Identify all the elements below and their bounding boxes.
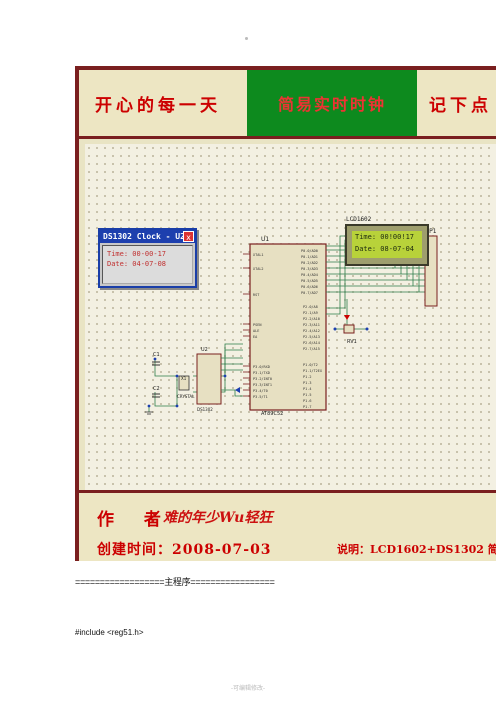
ds1302-clock-window[interactable]: DS1302 Clock - U2 x Time: 00-00-17 Date:… [98, 228, 197, 288]
lcd-line-1: Time: 00!00!17 [355, 233, 415, 241]
svg-text:P3.1/TXD: P3.1/TXD [253, 371, 270, 375]
page-dot [245, 37, 248, 40]
svg-text:P0.3/AD3: P0.3/AD3 [301, 267, 318, 271]
schematic-canvas[interactable]: U1 AT89C52 XTAL1 XTAL2 RST PSEN ALE EA P3.0… [85, 144, 496, 490]
svg-text:P1.2: P1.2 [303, 375, 311, 379]
potentiometer: RV1 [333, 299, 369, 345]
c2-designator: C2 [153, 386, 160, 392]
section-separator: ==================主程序================= [75, 577, 275, 587]
svg-text:XTAL2: XTAL2 [253, 267, 264, 271]
svg-text:XTAL1: XTAL1 [253, 253, 264, 257]
svg-text:P1.3: P1.3 [303, 381, 311, 385]
c1-designator: C1 [153, 352, 160, 358]
oscillator-wiring [148, 343, 243, 412]
mcu-part-label: AT89C52 [261, 411, 283, 417]
code-include-line: #include <reg51.h> [75, 628, 144, 637]
x1-designator: X1 [181, 376, 187, 381]
svg-text:P2.6/A14: P2.6/A14 [303, 341, 320, 345]
svg-text:P0.6/AD6: P0.6/AD6 [301, 285, 318, 289]
svg-text:P2.1/A9: P2.1/A9 [303, 311, 318, 315]
svg-text:RST: RST [253, 293, 260, 297]
svg-text:P3.5/T1: P3.5/T1 [253, 395, 268, 399]
svg-text:P2.0/A8: P2.0/A8 [303, 305, 318, 309]
capacitor-c1 [152, 361, 160, 366]
svg-text:P2.5/A13: P2.5/A13 [303, 335, 320, 339]
svg-text:P1.0/T2: P1.0/T2 [303, 363, 318, 367]
svg-text:P0.7/AD7: P0.7/AD7 [301, 291, 318, 295]
clock-window-body: Time: 00-00-17 Date: 04-07-08 [102, 245, 193, 284]
schematic-screenshot: 开心的每一天 简易实时时钟 记下点 U1 AT89C52 XTAL1 XTAL2… [75, 66, 496, 561]
mcu-designator: U1 [261, 236, 269, 243]
svg-text:P3.0/RXD: P3.0/RXD [253, 365, 270, 369]
clock-time-line: Time: 00-00-17 [107, 250, 167, 258]
lcd-screen: Time: 00!00!17 Date: 08-07-04 [352, 231, 422, 258]
svg-text:P1.6: P1.6 [303, 399, 311, 403]
svg-text:ALE: ALE [253, 329, 259, 333]
svg-text:P2.4/A12: P2.4/A12 [303, 329, 320, 333]
svg-text:PSEN: PSEN [253, 323, 261, 327]
svg-text:P3.2/INT0: P3.2/INT0 [253, 377, 272, 381]
svg-text:P0.5/AD5: P0.5/AD5 [301, 279, 318, 283]
svg-text:P1.7: P1.7 [303, 405, 311, 409]
svg-text:P2.3/A11: P2.3/A11 [303, 323, 320, 327]
close-icon[interactable]: x [183, 231, 194, 242]
lcd-module[interactable]: Time: 00!00!17 Date: 08-07-04 [345, 224, 429, 266]
rtc-designator: U2 [201, 347, 208, 353]
rtc-output-arrow [235, 387, 240, 393]
pot-designator: RV1 [347, 339, 357, 345]
ground-symbol [145, 411, 153, 415]
svg-text:P0.4/AD4: P0.4/AD4 [301, 273, 318, 277]
svg-text:P3.4/T0: P3.4/T0 [253, 389, 268, 393]
clock-date-line: Date: 04-07-08 [107, 260, 167, 268]
crystal-part-label: CRYSTAL [177, 394, 195, 399]
svg-text:P1.4: P1.4 [303, 387, 311, 391]
page-watermark: -可编辑修改- [231, 686, 265, 692]
rtc-chip [196, 353, 222, 405]
capacitor-c2 [152, 393, 160, 398]
description-note: 说明：LCD1602+DS1302 简易 [337, 543, 496, 556]
svg-text:P1.5: P1.5 [303, 393, 311, 397]
title-banner: 开心的每一天 简易实时时钟 记下点 [79, 70, 496, 139]
svg-text:P3.3/INT1: P3.3/INT1 [253, 383, 272, 387]
author-name: ：难的年少Wu轻狂 [149, 510, 273, 526]
lcd-designator: LCD1602 [346, 216, 372, 223]
banner-title: 简易实时时钟 [247, 70, 417, 136]
svg-text:P1.1/T2EX: P1.1/T2EX [303, 369, 323, 373]
svg-text:P2.7/A15: P2.7/A15 [303, 347, 320, 351]
svg-text:P2.2/A10: P2.2/A10 [303, 317, 320, 321]
rtc-part-label: DS1302 [197, 407, 213, 412]
banner-left-text: 开心的每一天 [95, 95, 221, 116]
clock-window-title[interactable]: DS1302 Clock - U2 [100, 230, 195, 243]
svg-text:P0.1/AD1: P0.1/AD1 [301, 255, 318, 259]
banner-right-text: 记下点 [429, 95, 492, 116]
mcu-pins [243, 253, 250, 397]
creation-date: 创建时间：2008-07-03 [97, 542, 272, 558]
svg-text:P0.0/AD0: P0.0/AD0 [301, 249, 318, 253]
info-footer: 作 者 ：难的年少Wu轻狂 创建时间：2008-07-03 说明：LCD1602… [79, 490, 496, 561]
lcd-line-2: Date: 08-07-04 [355, 245, 415, 253]
schematic-wiring: U1 AT89C52 XTAL1XTAL2 RSTPSEN ALEEA P3.0… [145, 226, 438, 417]
svg-text:P0.2/AD2: P0.2/AD2 [301, 261, 318, 265]
